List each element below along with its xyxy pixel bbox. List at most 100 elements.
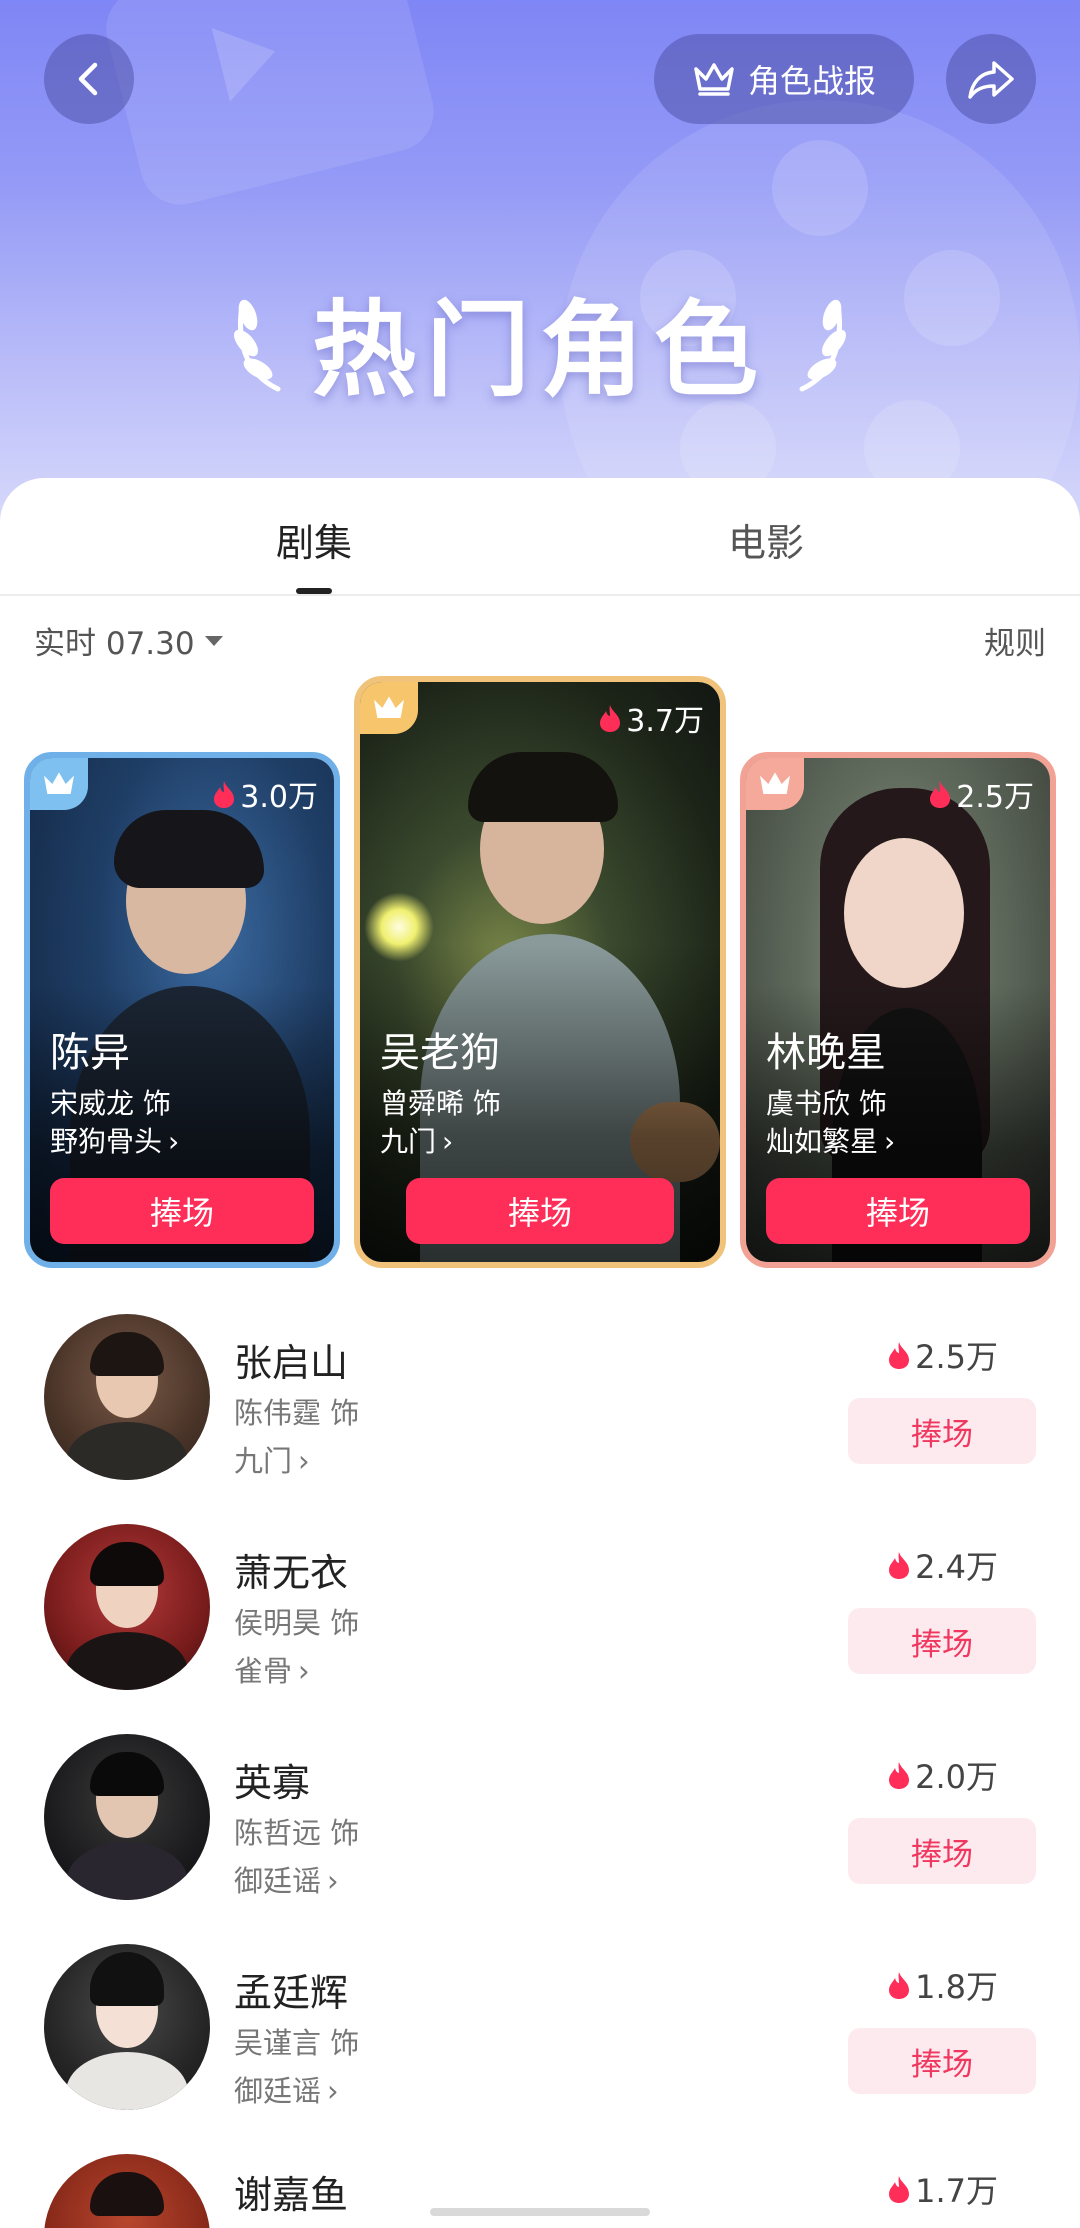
role-report-label: 角色战报	[747, 62, 876, 100]
ranking-list-item[interactable]: 张启山 陈伟霆 饰 九门 › 2.5万 捧场	[0, 1314, 1080, 1524]
page-title: 热门角色	[311, 288, 768, 411]
chevron-right-icon: ›	[442, 1125, 454, 1158]
ranking-list-item[interactable]: 谢嘉鱼 1.7万	[0, 2154, 1080, 2228]
character-name: 英寡	[234, 1761, 311, 1805]
heat-value: 2.5万	[915, 1338, 998, 1376]
heat-score: 2.0万	[887, 1752, 998, 1798]
heat-score: 2.5万	[928, 772, 1034, 816]
category-tabs: 剧集 电影	[0, 478, 1080, 596]
caret-down-icon	[204, 635, 223, 646]
heat-value: 3.0万	[240, 780, 318, 815]
show-link[interactable]: 雀骨 ›	[234, 1648, 310, 1690]
actor-name: 宋威龙 饰	[50, 1087, 171, 1120]
cheer-button[interactable]: 捧场	[50, 1178, 314, 1244]
role-report-button[interactable]: 角色战报	[654, 34, 914, 124]
show-link[interactable]: 灿如繁星 ›	[766, 1120, 895, 1160]
cheer-button[interactable]: 捧场	[848, 1608, 1036, 1674]
character-name: 张启山	[234, 1341, 349, 1385]
actor-name: 曾舜晞 饰	[380, 1087, 501, 1120]
heat-value: 1.8万	[915, 1968, 998, 2006]
laurel-right-icon	[799, 299, 846, 392]
crown-icon	[374, 696, 404, 718]
rank-crown-badge	[30, 758, 88, 810]
show-title: 雀骨	[234, 1654, 293, 1688]
flame-icon	[930, 781, 951, 808]
show-link[interactable]: 御廷谣 ›	[234, 2068, 339, 2110]
heat-score: 3.7万	[598, 696, 704, 740]
flame-icon	[600, 705, 621, 732]
home-indicator	[430, 2208, 650, 2216]
avatar	[44, 2154, 210, 2228]
show-title: 九门	[234, 1444, 293, 1478]
show-link[interactable]: 野狗骨头 ›	[50, 1120, 179, 1160]
flame-icon	[214, 781, 235, 808]
crown-icon	[44, 772, 74, 794]
cheer-button[interactable]: 捧场	[848, 2028, 1036, 2094]
avatar	[44, 1314, 210, 1480]
avatar	[44, 1944, 210, 2110]
back-button[interactable]	[44, 34, 134, 124]
chevron-left-icon	[78, 62, 98, 96]
chevron-right-icon: ›	[298, 1444, 310, 1478]
chevron-right-icon: ›	[884, 1125, 896, 1158]
heat-value: 1.7万	[915, 2172, 998, 2210]
crown-icon	[760, 772, 790, 794]
date-filter-label: 实时 07.30	[34, 626, 195, 662]
ranking-list-item[interactable]: 孟廷辉 吴谨言 饰 御廷谣 › 1.8万 捧场	[0, 1944, 1080, 2154]
show-link[interactable]: 九门 ›	[380, 1120, 453, 1160]
character-name: 吴老狗	[380, 1030, 500, 1076]
show-title: 九门	[380, 1125, 437, 1158]
top-card-rank-1[interactable]: 3.7万 吴老狗 曾舜晞 饰 九门 › 捧场	[354, 676, 726, 1268]
top-card-rank-2[interactable]: 3.0万 陈异 宋威龙 饰 野狗骨头 › 捧场	[24, 752, 340, 1268]
heat-value: 2.0万	[915, 1758, 998, 1796]
share-button[interactable]	[946, 34, 1036, 124]
crown-icon	[694, 63, 734, 96]
tab-movies[interactable]: 电影	[728, 512, 804, 567]
chevron-right-icon: ›	[327, 2074, 339, 2108]
show-title: 灿如繁星	[766, 1125, 879, 1158]
laurel-left-icon	[234, 299, 281, 392]
character-name: 陈异	[50, 1030, 130, 1076]
flame-icon	[889, 1342, 910, 1369]
character-name: 林晚星	[766, 1030, 886, 1076]
cheer-button[interactable]: 捧场	[848, 1398, 1036, 1464]
chevron-right-icon: ›	[298, 1654, 310, 1688]
show-title: 御廷谣	[234, 1864, 322, 1898]
filter-bar: 实时 07.30 规则	[0, 618, 1080, 678]
flame-icon	[889, 1972, 910, 1999]
heat-score: 2.5万	[887, 1332, 998, 1378]
avatar	[44, 1524, 210, 1690]
top-card-rank-3[interactable]: 2.5万 林晚星 虞书欣 饰 灿如繁星 › 捧场	[740, 752, 1056, 1268]
cheer-button[interactable]: 捧场	[766, 1178, 1030, 1244]
ranking-list-item[interactable]: 萧无衣 侯明昊 饰 雀骨 › 2.4万 捧场	[0, 1524, 1080, 1734]
heat-value: 2.5万	[956, 780, 1034, 815]
show-title: 野狗骨头	[50, 1125, 163, 1158]
actor-name: 陈哲远 饰	[234, 1816, 360, 1850]
show-title: 御廷谣	[234, 2074, 322, 2108]
actor-name: 吴谨言 饰	[234, 2026, 360, 2060]
show-link[interactable]: 九门 ›	[234, 1438, 310, 1480]
heat-value: 3.7万	[626, 704, 704, 739]
flame-icon	[889, 1762, 910, 1789]
character-name: 萧无衣	[234, 1551, 349, 1595]
cheer-button[interactable]: 捧场	[406, 1178, 674, 1244]
hero-title-block: 热门角色	[0, 270, 1080, 411]
chevron-right-icon: ›	[327, 1864, 339, 1898]
ranking-list-item[interactable]: 英寡 陈哲远 饰 御廷谣 › 2.0万 捧场	[0, 1734, 1080, 1944]
heat-score: 3.0万	[212, 772, 318, 816]
flame-icon	[889, 1552, 910, 1579]
rank-crown-badge	[746, 758, 804, 810]
cheer-button[interactable]: 捧场	[848, 1818, 1036, 1884]
rank-crown-badge	[360, 682, 418, 734]
rules-link[interactable]: 规则	[984, 618, 1046, 663]
character-name: 谢嘉鱼	[234, 2173, 349, 2217]
heat-score: 1.7万	[887, 2166, 998, 2212]
tab-series[interactable]: 剧集	[276, 512, 352, 567]
share-icon	[968, 61, 1014, 99]
date-filter-dropdown[interactable]: 实时 07.30	[34, 618, 225, 663]
heat-value: 2.4万	[915, 1548, 998, 1586]
character-name: 孟廷辉	[234, 1971, 349, 2015]
show-link[interactable]: 御廷谣 ›	[234, 1858, 339, 1900]
actor-name: 侯明昊 饰	[234, 1606, 360, 1640]
active-tab-indicator	[296, 588, 332, 594]
